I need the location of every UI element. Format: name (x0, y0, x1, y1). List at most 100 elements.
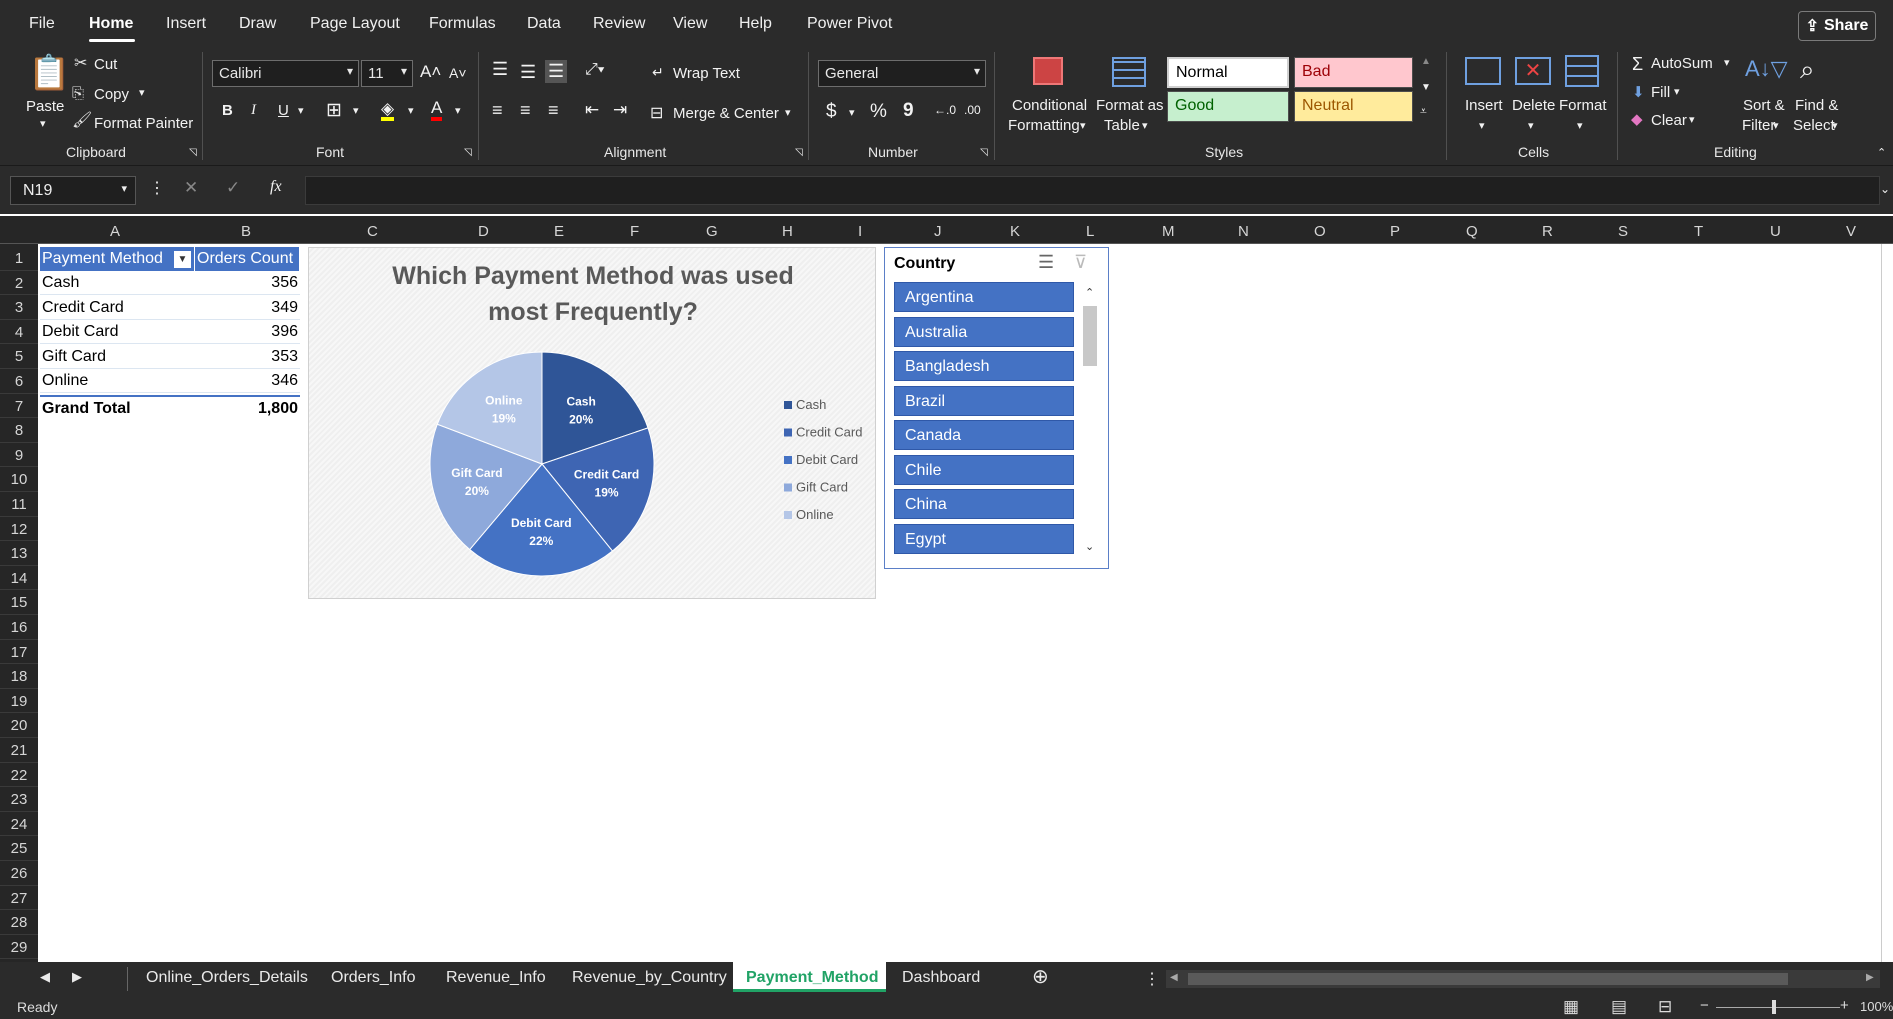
column-header-c[interactable]: C (367, 223, 378, 240)
sheet-tab-revenue-by-country[interactable]: Revenue_by_Country (572, 969, 727, 987)
more-options-icon[interactable]: ⋮ (1144, 969, 1160, 989)
sort-filter-button[interactable]: Sort & (1743, 97, 1785, 114)
column-header-l[interactable]: L (1086, 223, 1094, 240)
row-header-8[interactable]: 8 (0, 418, 38, 443)
italic-button[interactable]: I (251, 102, 256, 119)
styles-more-icon[interactable]: ⩡ (1420, 104, 1427, 119)
column-header-s[interactable]: S (1618, 223, 1628, 240)
pivot-row-count[interactable]: 396 (196, 320, 298, 344)
paste-button[interactable]: Paste (26, 98, 64, 115)
page-layout-view-icon[interactable]: ▤ (1611, 997, 1627, 1017)
underline-button[interactable]: U (278, 102, 289, 119)
column-header-q[interactable]: Q (1466, 223, 1478, 240)
more-icon[interactable]: ⋮ (149, 178, 165, 198)
alignment-launcher-icon[interactable]: ◹ (795, 147, 803, 158)
row-header-18[interactable]: 18 (0, 664, 38, 689)
horizontal-scrollbar[interactable]: ◀ ▶ (1166, 970, 1880, 988)
slicer-scrollbar[interactable]: ⌃ ⌄ (1080, 284, 1100, 560)
column-header-d[interactable]: D (478, 223, 489, 240)
insert-function-button[interactable]: fx (270, 178, 282, 196)
insert-button[interactable]: Insert (1465, 97, 1503, 114)
row-header-28[interactable]: 28 (0, 910, 38, 935)
row-header-16[interactable]: 16 (0, 615, 38, 640)
tab-power-pivot[interactable]: Power Pivot (807, 15, 892, 33)
column-header-a[interactable]: A (110, 223, 120, 240)
column-header-m[interactable]: M (1162, 223, 1175, 240)
insert-cells-icon[interactable] (1465, 57, 1501, 85)
tab-insert[interactable]: Insert (166, 15, 206, 33)
format-button[interactable]: Format (1559, 97, 1607, 114)
row-header-20[interactable]: 20 (0, 713, 38, 738)
pivot-row-method[interactable]: Online (42, 369, 192, 393)
sheet-tab-orders-info[interactable]: Orders_Info (331, 969, 415, 987)
borders-icon[interactable]: ⊞ (326, 99, 342, 122)
merge-center-button[interactable]: Merge & Center (673, 105, 779, 122)
country-slicer[interactable]: Country ☰ ⊽ Argentina Australia Bangladesh… (884, 247, 1109, 569)
sort-dropdown-icon[interactable]: ▾ (1773, 119, 1779, 132)
align-middle-icon[interactable]: ☰ (520, 62, 536, 83)
decrease-indent-icon[interactable]: ⇤ (585, 100, 599, 120)
format-painter-button[interactable]: Format Painter (94, 115, 193, 132)
sort-filter-icon[interactable]: A↓▽ (1745, 56, 1788, 82)
next-sheet-icon[interactable]: ▶ (72, 969, 82, 985)
slicer-item[interactable]: Chile (894, 454, 1074, 485)
paste-icon[interactable]: 📋 (28, 56, 70, 90)
expand-formula-icon[interactable]: ⌄ (1880, 182, 1890, 196)
row-header-19[interactable]: 19 (0, 689, 38, 714)
format-cells-icon[interactable] (1565, 55, 1599, 87)
tab-help[interactable]: Help (739, 15, 772, 33)
row-header-6[interactable]: 6 (0, 369, 38, 394)
pivot-row-method[interactable]: Cash (42, 271, 192, 295)
row-header-24[interactable]: 24 (0, 812, 38, 837)
wrap-text-button[interactable]: Wrap Text (673, 65, 740, 82)
row-header-17[interactable]: 17 (0, 640, 38, 665)
currency-button[interactable]: $ (826, 101, 837, 123)
row-header-15[interactable]: 15 (0, 590, 38, 615)
clear-button[interactable]: Clear (1651, 112, 1687, 129)
fill-button[interactable]: Fill (1651, 84, 1670, 101)
comma-button[interactable]: 9 (903, 100, 914, 122)
column-header-i[interactable]: I (858, 223, 862, 240)
slicer-item[interactable]: Bangladesh (894, 351, 1074, 381)
clear-dropdown-icon[interactable]: ▾ (1689, 113, 1695, 126)
conditional-formatting-button[interactable]: Conditional (1012, 97, 1087, 114)
scroll-right-icon[interactable]: ▶ (1866, 972, 1874, 983)
merge-dropdown-icon[interactable]: ▾ (785, 106, 791, 119)
style-normal[interactable]: Normal (1167, 57, 1289, 88)
pivot-row-method[interactable]: Gift Card (42, 345, 192, 369)
conditional-formatting-icon[interactable] (1033, 57, 1063, 85)
row-header-13[interactable]: 13 (0, 541, 38, 566)
pivot-row-count[interactable]: 349 (196, 296, 298, 320)
fill-color-dropdown-icon[interactable]: ▾ (408, 104, 414, 117)
tab-page-layout[interactable]: Page Layout (310, 15, 400, 33)
percent-button[interactable]: % (870, 101, 887, 123)
row-header-7[interactable]: 7 (0, 394, 38, 419)
align-left-icon[interactable]: ≡ (492, 100, 503, 121)
column-header-u[interactable]: U (1770, 223, 1781, 240)
align-bottom-icon[interactable]: ☰ (545, 60, 568, 83)
zoom-level[interactable]: 100% (1860, 999, 1893, 1014)
tab-file[interactable]: File (29, 15, 55, 33)
row-header-23[interactable]: 23 (0, 787, 38, 812)
align-top-icon[interactable]: ☰ (492, 59, 508, 80)
underline-dropdown-icon[interactable]: ▾ (298, 104, 304, 117)
slicer-item[interactable]: Argentina (894, 282, 1074, 312)
name-box[interactable]: N19 ▾ (10, 176, 136, 205)
format-as-table-button[interactable]: Format as (1096, 97, 1164, 114)
orientation-icon[interactable]: ⤢▾ (585, 61, 605, 79)
row-header-10[interactable]: 10 (0, 467, 38, 492)
sort-filter-label[interactable]: Filter (1742, 117, 1775, 134)
pivot-row-method[interactable]: Credit Card (42, 296, 192, 320)
filter-dropdown-icon[interactable]: ▼ (174, 251, 191, 268)
format-dropdown-icon[interactable]: ▾ (1577, 119, 1583, 132)
column-header-k[interactable]: K (1010, 223, 1020, 240)
column-header-e[interactable]: E (554, 223, 564, 240)
column-header-r[interactable]: R (1542, 223, 1553, 240)
clear-filter-icon[interactable]: ⊽ (1074, 252, 1087, 273)
pivot-total-row[interactable]: Grand Total 1,800 (40, 395, 300, 419)
autosum-dropdown-icon[interactable]: ▾ (1724, 56, 1730, 69)
row-header-11[interactable]: 11 (0, 492, 38, 517)
scroll-thumb[interactable] (1188, 973, 1788, 985)
pivot-row-count[interactable]: 353 (196, 345, 298, 369)
column-header-h[interactable]: H (782, 223, 793, 240)
